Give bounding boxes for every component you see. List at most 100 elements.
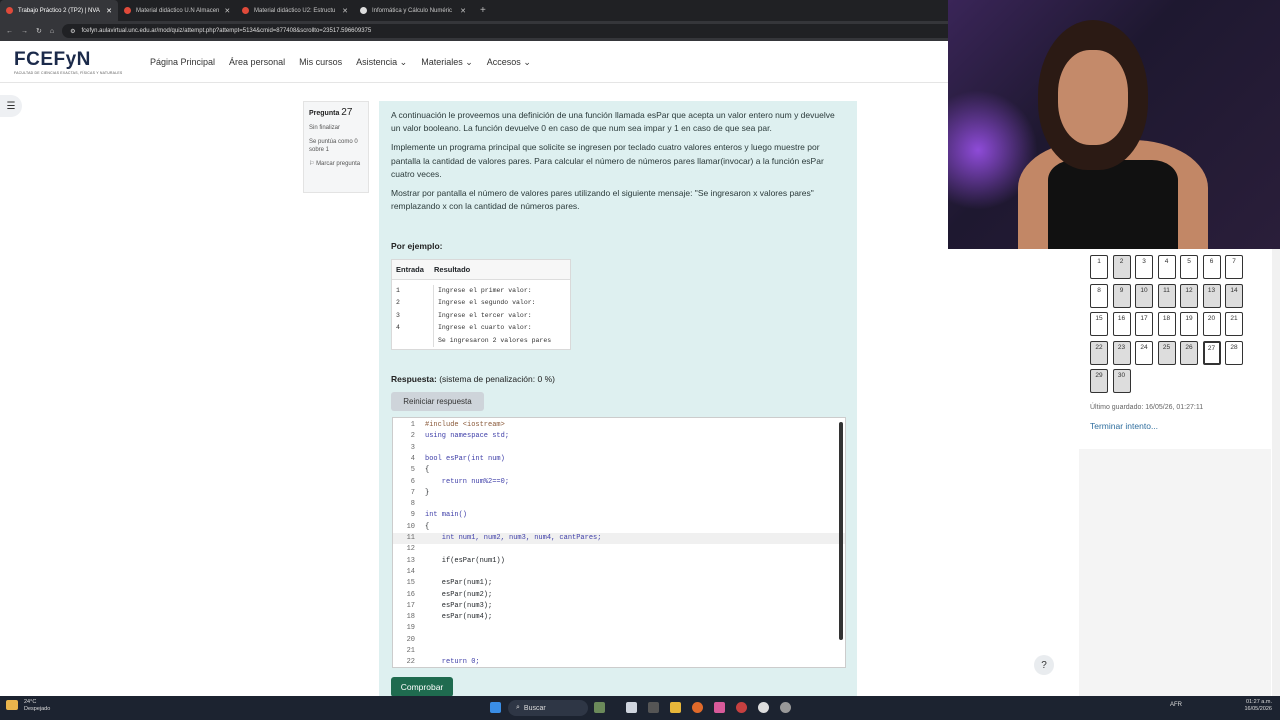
site-favicon-icon <box>360 7 367 14</box>
code-line[interactable]: 1 #include <iostream> <box>393 420 845 431</box>
quiz-nav-button[interactable]: 11 <box>1157 283 1176 308</box>
nav-accesos[interactable]: Accesos ⌄ <box>487 57 531 68</box>
browser-tab-1[interactable]: Trabajo Práctico 2 (TP2) | NVA ✕ <box>0 0 118 21</box>
quiz-nav-button[interactable]: 23 <box>1112 340 1131 365</box>
quiz-nav-button[interactable]: 24 <box>1135 340 1153 365</box>
browser-tab-3[interactable]: Material didáctico U2: Estructu ✕ <box>236 0 354 21</box>
code-line[interactable]: 19 <box>393 623 845 634</box>
quiz-nav-button[interactable]: 10 <box>1135 283 1153 308</box>
code-line[interactable]: 17 esPar(num3); <box>393 601 845 612</box>
close-icon[interactable]: ✕ <box>106 7 112 15</box>
weather-widget[interactable]: 24°C Despejado <box>24 699 50 713</box>
code-line[interactable]: 8 <box>393 499 845 510</box>
file-explorer-icon[interactable] <box>670 702 681 713</box>
quiz-nav-button[interactable]: 22 <box>1090 340 1108 365</box>
home-icon[interactable]: ⌂ <box>50 28 54 35</box>
help-button[interactable]: ? <box>1034 655 1054 675</box>
code-line[interactable]: 9 int main() <box>393 510 845 521</box>
close-icon[interactable]: ✕ <box>460 7 466 15</box>
browser-tab-2[interactable]: Material didáctico U.N Almacen ✕ <box>118 0 236 21</box>
nav-materiales[interactable]: Materiales ⌄ <box>421 57 473 68</box>
system-clock[interactable]: 01:27 a.m. 16/05/2026 <box>1244 699 1272 713</box>
quiz-nav-button[interactable]: 8 <box>1090 283 1108 308</box>
fcefyn-logo[interactable]: FCEFyN FACULTAD DE CIENCIAS EXACTAS, FÍS… <box>14 49 124 75</box>
code-editor[interactable]: 1 #include <iostream> 2 using namespace std… <box>392 417 846 668</box>
flag-question-button[interactable]: ⚐ Marcar pregunta <box>309 160 363 168</box>
close-icon[interactable]: ✕ <box>342 7 348 15</box>
app-icon[interactable] <box>758 702 769 713</box>
code-line[interactable]: 15 esPar(num1); <box>393 578 845 589</box>
quiz-nav-button[interactable]: 25 <box>1157 340 1176 365</box>
quiz-nav-button[interactable]: 7 <box>1225 255 1243 279</box>
browser-tab-4[interactable]: Informática y Cálculo Numéric ✕ <box>354 0 472 21</box>
quiz-nav-button[interactable]: 19 <box>1180 312 1198 336</box>
quiz-nav-button[interactable]: 14 <box>1225 283 1243 308</box>
code-line[interactable]: 7} <box>393 488 845 499</box>
quiz-nav-button[interactable]: 5 <box>1180 255 1198 279</box>
app-icon[interactable] <box>736 702 747 713</box>
url-input[interactable]: ⚙ fcefyn.aulavirtual.unc.edu.ar/mod/quiz/… <box>62 24 983 38</box>
code-line[interactable]: 22 return 0; <box>393 657 845 667</box>
quiz-nav-button[interactable]: 29 <box>1090 369 1108 393</box>
quiz-nav-button[interactable]: 15 <box>1090 312 1108 336</box>
new-tab-icon[interactable]: + <box>472 5 494 16</box>
quiz-nav-button[interactable]: 28 <box>1225 340 1243 365</box>
code-line[interactable]: 14 <box>393 567 845 578</box>
code-line[interactable]: 2 using namespace std; <box>393 431 845 442</box>
quiz-nav-button[interactable]: 26 <box>1180 340 1198 365</box>
code-line[interactable]: 21 <box>393 646 845 657</box>
code-line[interactable]: 16 esPar(num2); <box>393 590 845 601</box>
code-line[interactable]: 5{ <box>393 465 845 476</box>
windows-start-icon[interactable] <box>490 702 501 713</box>
quiz-nav-button[interactable]: 27 <box>1202 340 1221 365</box>
code-line[interactable]: 6 return num%2==0; <box>393 477 845 488</box>
code-line[interactable]: 18 esPar(num4); <box>393 612 845 623</box>
taskbar-search[interactable]: ⌕ Buscar <box>508 700 588 716</box>
course-index-toggle-icon[interactable]: ☰ <box>0 95 22 117</box>
quiz-nav-button[interactable]: 1 <box>1090 255 1108 279</box>
code-line[interactable]: 11 int num1, num2, num3, num4, cantPares… <box>393 533 845 545</box>
reset-answer-button[interactable]: Reiniciar respuesta <box>391 392 484 411</box>
quiz-nav-button[interactable]: 17 <box>1135 312 1153 336</box>
site-info-icon[interactable]: ⚙ <box>70 28 75 35</box>
settings-icon[interactable] <box>780 702 791 713</box>
quiz-nav-button[interactable]: 4 <box>1157 255 1176 279</box>
code-line[interactable]: 20 <box>393 635 845 646</box>
check-button[interactable]: Comprobar <box>391 677 453 697</box>
language-indicator[interactable]: AFR <box>1170 702 1182 708</box>
code-line[interactable]: 3 <box>393 443 845 454</box>
quiz-nav-button[interactable]: 20 <box>1202 312 1221 336</box>
quiz-nav-button[interactable]: 9 <box>1112 283 1131 308</box>
task-view-icon[interactable] <box>626 702 637 713</box>
app-icon[interactable] <box>714 702 725 713</box>
quiz-nav-button[interactable]: 21 <box>1225 312 1243 336</box>
quiz-nav-button[interactable]: 18 <box>1157 312 1176 336</box>
code-line[interactable]: 10 { <box>393 522 845 533</box>
quiz-nav-button[interactable]: 16 <box>1112 312 1131 336</box>
nav-area-personal[interactable]: Área personal <box>229 57 285 68</box>
quiz-nav-button[interactable]: 6 <box>1202 255 1221 279</box>
chrome-icon[interactable] <box>692 702 703 713</box>
quiz-nav-button[interactable]: 2 <box>1112 255 1131 279</box>
code-text: return 0; <box>425 658 480 667</box>
finish-attempt-link[interactable]: Terminar intento... <box>1090 421 1158 431</box>
code-line[interactable]: 13 if(esPar(num1)) <box>393 556 845 567</box>
person-face <box>1058 50 1128 145</box>
quiz-nav-button[interactable]: 30 <box>1112 369 1131 393</box>
code-line[interactable]: 4 bool esPar(int num) <box>393 454 845 465</box>
editor-scrollbar[interactable] <box>839 422 843 640</box>
nav-asistencia[interactable]: Asistencia ⌄ <box>356 57 407 68</box>
widgets-icon[interactable] <box>594 702 605 713</box>
quiz-nav-button[interactable]: 3 <box>1135 255 1153 279</box>
reload-icon[interactable]: ↻ <box>36 27 42 35</box>
close-icon[interactable]: ✕ <box>224 7 230 15</box>
quiz-nav-button[interactable]: 12 <box>1180 283 1198 308</box>
nav-pagina-principal[interactable]: Página Principal <box>150 57 215 68</box>
back-icon[interactable]: ← <box>6 28 13 35</box>
app-icon[interactable] <box>648 702 659 713</box>
quiz-nav-button[interactable]: 13 <box>1202 283 1221 308</box>
nav-mis-cursos[interactable]: Mis cursos <box>299 57 342 68</box>
line-number: 10 <box>406 522 415 531</box>
forward-icon[interactable]: → <box>21 28 28 35</box>
code-line[interactable]: 12 <box>393 544 845 555</box>
